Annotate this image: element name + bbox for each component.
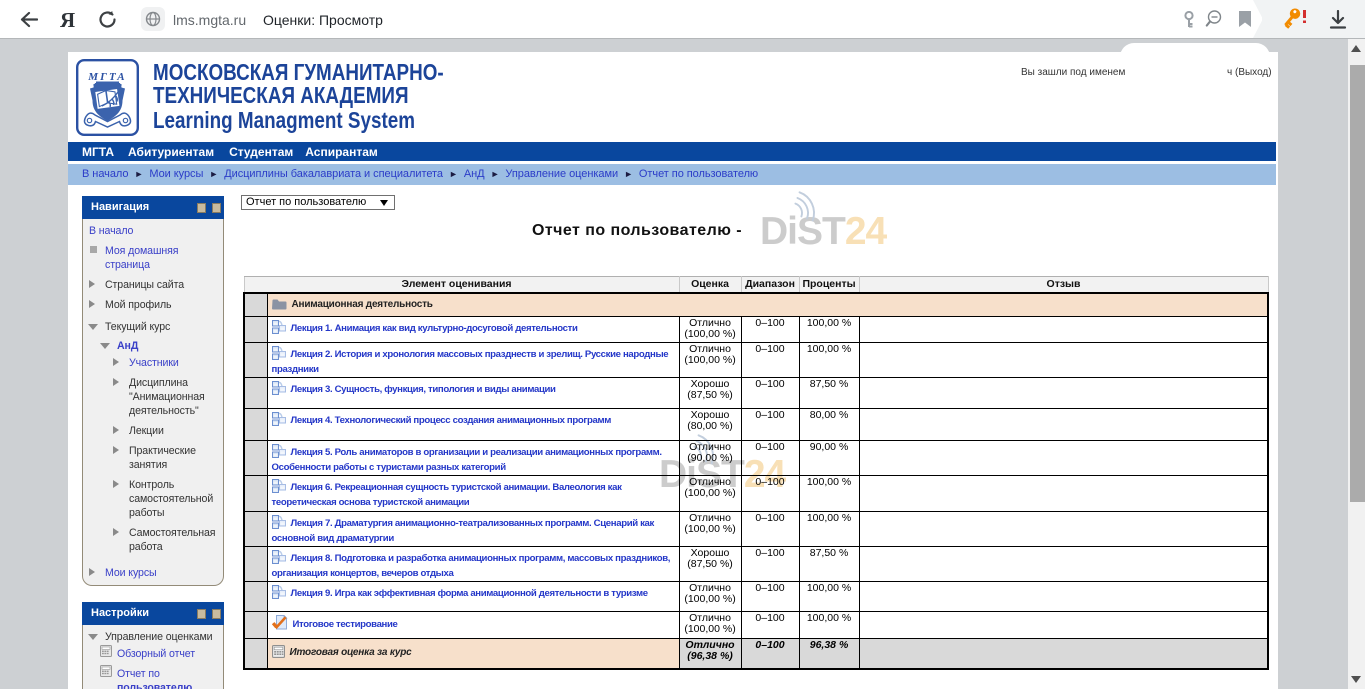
svg-text:МГТА: МГТА (87, 71, 127, 83)
